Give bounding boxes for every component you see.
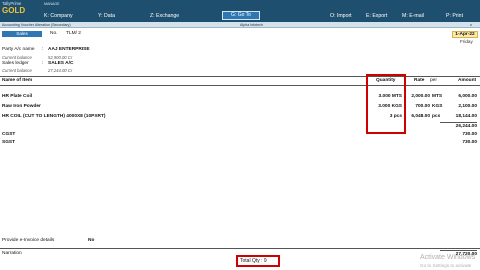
ledger-balance-value: 27,244.00 Cr [48,68,73,73]
col-per: per [430,78,437,83]
item-rate[interactable]: 700.00 [404,104,430,109]
ledger-balance-label: Current balance [2,68,32,73]
screen-title: Accounting Voucher Alteration (Secondary… [2,23,71,27]
sales-ledger-label: Sales ledger [2,61,29,66]
subtotal-divider [440,122,477,123]
menu-import[interactable]: O: Import [330,13,352,19]
voucher-date-field[interactable]: 1-Apr-22 [452,31,478,38]
menu-data[interactable]: Y: Data [98,13,115,19]
voucher-type-badge[interactable]: Sales [2,31,42,37]
menu-export[interactable]: E: Export [366,13,387,19]
item-name[interactable]: Raw Iron Powder [2,104,41,109]
app-edition: GOLD [2,6,26,15]
tax-cgst-label[interactable]: CGST [2,132,15,137]
footer-divider [0,248,480,249]
top-bar: TallyPrime GOLD MANAGE K: Company Y: Dat… [0,0,480,22]
col-amount: Amount [458,78,477,83]
menu-exchange[interactable]: Z: Exchange [150,13,179,19]
col-rate: Rate [414,78,425,83]
activate-windows-watermark: Activate Windows [420,254,476,261]
party-balance-label: Current balance [2,55,32,60]
item-name[interactable]: HR Plate Coil [2,94,32,99]
sales-ledger-colon: : [42,61,44,66]
grand-total-divider [440,250,477,251]
menu-company[interactable]: K: Company [44,13,73,19]
quantity-highlight-box [366,74,406,134]
header-divider-bottom [0,85,480,86]
item-amount[interactable]: 2,100.00 [440,104,477,109]
company-name: Alpha Infotech [240,23,263,27]
sales-ledger-field[interactable]: SALES A/C [48,61,73,66]
activate-windows-hint: Go to Settings to activate [420,263,472,268]
tax-sgst-amount[interactable]: 730.00 [440,140,477,145]
party-account-field[interactable]: AAJ ENTERPRISE [48,47,90,52]
einvoice-label: Provide e-Invoice details [2,238,55,243]
close-icon[interactable]: x [470,22,472,28]
voucher-no-label: No. [50,31,58,36]
item-amount[interactable]: 6,000.00 [440,94,477,99]
voucher-subheader: Accounting Voucher Alteration (Secondary… [0,22,480,28]
narration-label: Narration [2,251,22,256]
party-account-label: Party A/c name [2,47,35,52]
brand-logo: TallyPrime GOLD [2,1,42,21]
header-divider-top [0,76,480,77]
einvoice-field[interactable]: No [88,238,94,243]
col-name-of-item: Name of Item [2,78,33,83]
menu-print[interactable]: P: Print [446,13,463,19]
party-account-colon: : [42,47,44,52]
subtotal-value: 26,244.00 [455,124,477,129]
total-qty: Total Qty : 9 [240,258,267,264]
item-name[interactable]: HR COIL (CUT TO LENGTH) 4000X8 (10PXRT) [2,114,106,119]
party-balance-value: 52,900.00 Cr [48,55,73,60]
manage-label: MANAGE [44,2,60,6]
tax-cgst-amount[interactable]: 730.00 [440,132,477,137]
voucher-no-field[interactable]: TLM/ 2 [66,31,81,36]
item-rate[interactable]: 2,000.00 [404,94,430,99]
item-amount[interactable]: 18,144.00 [440,114,477,119]
tax-sgst-label[interactable]: SGST [2,140,15,145]
item-rate[interactable]: 6,048.00 [404,114,430,119]
menu-email[interactable]: M: E-mail [402,13,424,19]
goto-button[interactable]: G: Go To [222,11,260,20]
voucher-weekday: Friday [460,39,473,44]
